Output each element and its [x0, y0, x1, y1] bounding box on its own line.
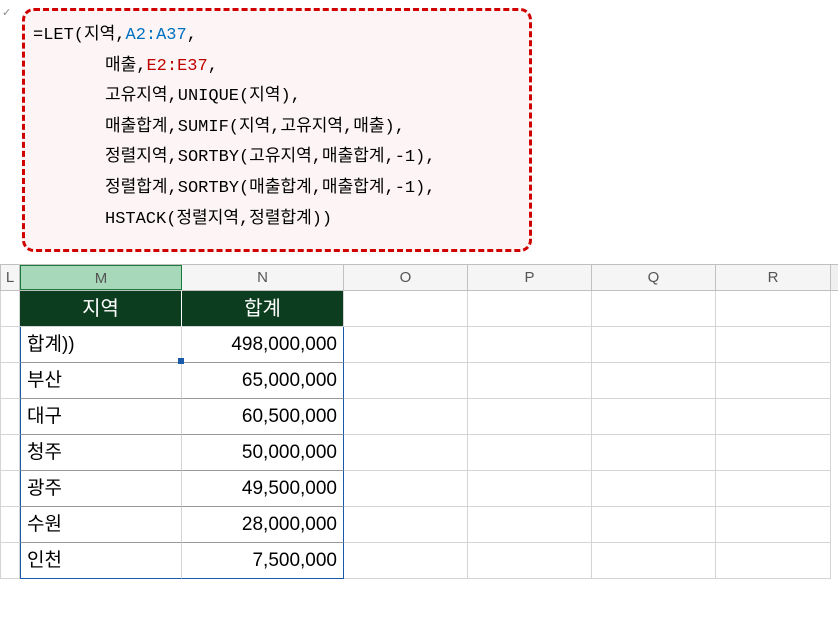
cell-blank[interactable]: [0, 291, 20, 327]
table-row: 부산 65,000,000: [0, 363, 838, 399]
col-header-L[interactable]: L: [0, 265, 20, 290]
cell-blank[interactable]: [0, 471, 20, 507]
cell-blank[interactable]: [716, 507, 831, 543]
region-cell[interactable]: 수원: [20, 507, 182, 543]
cell-blank[interactable]: [716, 471, 831, 507]
region-cell[interactable]: 합계)): [20, 327, 182, 363]
formula-line-7: HSTACK(정렬지역,정렬합계)): [33, 205, 511, 236]
cell-blank[interactable]: [468, 435, 592, 471]
total-cell[interactable]: 65,000,000: [182, 363, 344, 399]
table-row: 인천 7,500,000: [0, 543, 838, 579]
cell-blank[interactable]: [468, 399, 592, 435]
formula-line-1: =LET(지역,A2:A37,: [33, 21, 511, 52]
formula-box[interactable]: =LET(지역,A2:A37, 매출,E2:E37, 고유지역,UNIQUE(지…: [22, 8, 532, 252]
active-cell-fill-handle[interactable]: [178, 358, 184, 364]
col-header-R[interactable]: R: [716, 265, 831, 290]
cell-blank[interactable]: [592, 507, 716, 543]
region-cell[interactable]: 대구: [20, 399, 182, 435]
table-header-region[interactable]: 지역: [20, 291, 182, 327]
table-row: 광주 49,500,000: [0, 471, 838, 507]
cell-blank[interactable]: [592, 543, 716, 579]
cell-blank[interactable]: [716, 543, 831, 579]
table-row: 수원 28,000,000: [0, 507, 838, 543]
region-cell[interactable]: 인천: [20, 543, 182, 579]
cell-blank[interactable]: [344, 291, 468, 327]
col-header-M[interactable]: M: [20, 265, 182, 290]
region-cell[interactable]: 부산: [20, 363, 182, 399]
check-icon: ✓: [2, 6, 11, 19]
cell-blank[interactable]: [592, 435, 716, 471]
total-cell[interactable]: 60,500,000: [182, 399, 344, 435]
col-header-O[interactable]: O: [344, 265, 468, 290]
grid-rows: 지역 합계 합계)) 498,000,000 부산 65,000,000: [0, 291, 838, 579]
total-cell[interactable]: 28,000,000: [182, 507, 344, 543]
cell-blank[interactable]: [468, 543, 592, 579]
table-header-row: 지역 합계: [0, 291, 838, 327]
formula-line-4: 매출합계,SUMIF(지역,고유지역,매출),: [33, 113, 511, 144]
cell-blank[interactable]: [468, 507, 592, 543]
cell-blank[interactable]: [344, 543, 468, 579]
cell-blank[interactable]: [468, 363, 592, 399]
column-headers: L M N O P Q R: [0, 265, 838, 291]
total-cell[interactable]: 49,500,000: [182, 471, 344, 507]
cell-blank[interactable]: [0, 543, 20, 579]
cell-blank[interactable]: [592, 291, 716, 327]
cell-blank[interactable]: [468, 327, 592, 363]
cell-blank[interactable]: [716, 399, 831, 435]
total-cell[interactable]: 50,000,000: [182, 435, 344, 471]
cell-blank[interactable]: [592, 327, 716, 363]
cell-blank[interactable]: [344, 507, 468, 543]
total-cell[interactable]: 7,500,000: [182, 543, 344, 579]
cell-blank[interactable]: [344, 471, 468, 507]
cell-blank[interactable]: [0, 363, 20, 399]
formula-bar-area: ✓ =LET(지역,A2:A37, 매출,E2:E37, 고유지역,UNIQUE…: [0, 0, 838, 265]
cell-blank[interactable]: [344, 399, 468, 435]
cell-blank[interactable]: [592, 363, 716, 399]
table-row: 청주 50,000,000: [0, 435, 838, 471]
cell-blank[interactable]: [468, 471, 592, 507]
cell-blank[interactable]: [344, 327, 468, 363]
table-header-total[interactable]: 합계: [182, 291, 344, 327]
cell-blank[interactable]: [716, 363, 831, 399]
col-header-Q[interactable]: Q: [592, 265, 716, 290]
region-cell[interactable]: 청주: [20, 435, 182, 471]
formula-line-3: 고유지역,UNIQUE(지역),: [33, 82, 511, 113]
cell-blank[interactable]: [468, 291, 592, 327]
table-row: 합계)) 498,000,000: [0, 327, 838, 363]
cell-blank[interactable]: [592, 471, 716, 507]
table-row: 대구 60,500,000: [0, 399, 838, 435]
spreadsheet-area: L M N O P Q R 지역 합계 합계)) 498,000,000: [0, 265, 838, 579]
col-header-N[interactable]: N: [182, 265, 344, 290]
total-cell[interactable]: 498,000,000: [182, 327, 344, 363]
cell-blank[interactable]: [716, 435, 831, 471]
region-cell[interactable]: 광주: [20, 471, 182, 507]
formula-line-2: 매출,E2:E37,: [33, 52, 511, 83]
cell-blank[interactable]: [716, 327, 831, 363]
cell-blank[interactable]: [716, 291, 831, 327]
col-header-P[interactable]: P: [468, 265, 592, 290]
cell-blank[interactable]: [344, 363, 468, 399]
cell-blank[interactable]: [0, 399, 20, 435]
cell-blank[interactable]: [0, 435, 20, 471]
formula-line-5: 정렬지역,SORTBY(고유지역,매출합계,-1),: [33, 143, 511, 174]
cell-blank[interactable]: [0, 327, 20, 363]
cell-blank[interactable]: [0, 507, 20, 543]
formula-line-6: 정렬합계,SORTBY(매출합계,매출합계,-1),: [33, 174, 511, 205]
cell-blank[interactable]: [592, 399, 716, 435]
cell-blank[interactable]: [344, 435, 468, 471]
